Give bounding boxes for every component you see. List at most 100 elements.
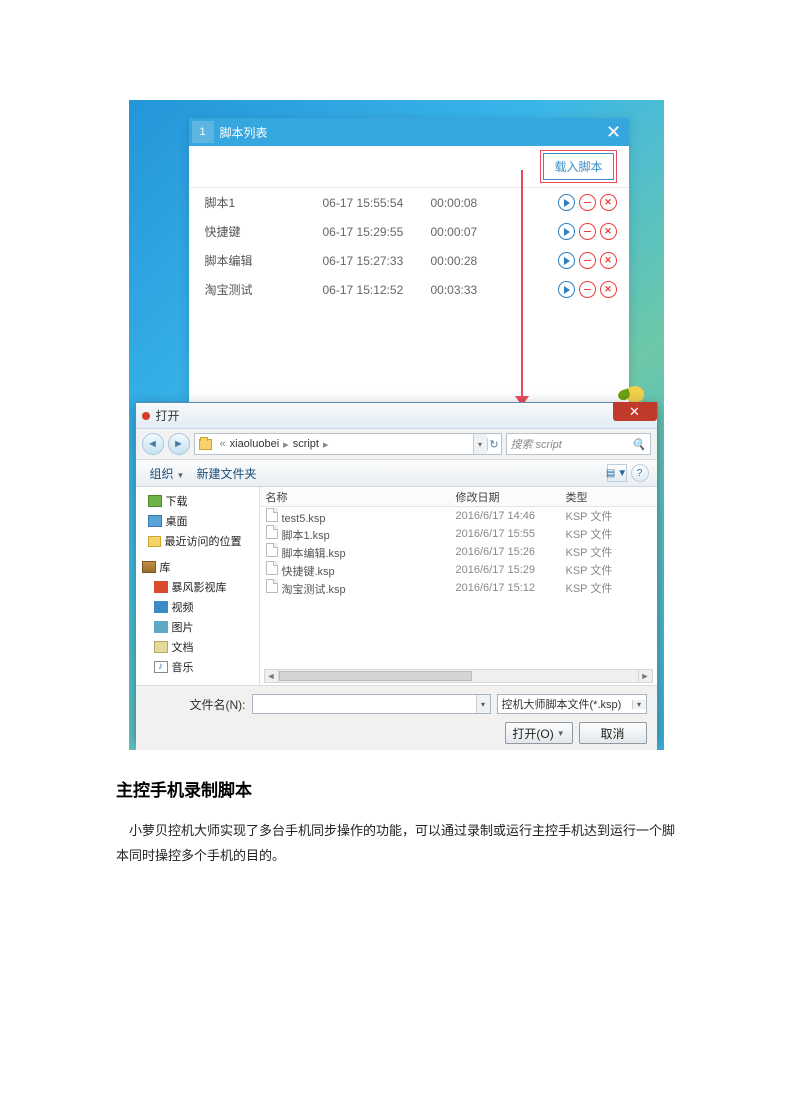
remove-icon[interactable]	[579, 223, 596, 240]
script-duration: 00:03:33	[431, 283, 509, 297]
new-folder-button[interactable]: 新建文件夹	[190, 462, 262, 485]
delete-icon[interactable]: ✕	[600, 223, 617, 240]
delete-icon[interactable]: ✕	[600, 252, 617, 269]
script-name: 脚本编辑	[205, 252, 323, 269]
file-row[interactable]: 快捷键.ksp2016/6/17 15:29KSP 文件	[260, 561, 657, 579]
col-type[interactable]: 类型	[560, 489, 630, 505]
screenshot-region: 1 脚本列表 ✕ 载入脚本 脚本106-17 15:55:5400:00:08✕…	[129, 100, 664, 750]
dialog-close-button[interactable]: ✕	[613, 402, 657, 421]
remove-icon[interactable]	[579, 194, 596, 211]
script-row: 脚本106-17 15:55:5400:00:08✕	[189, 188, 629, 217]
chevron-right-icon: ▸	[279, 438, 293, 451]
dialog-toolbar: 组织▼ 新建文件夹 ▤▼ ?	[136, 459, 657, 487]
tree-recent[interactable]: 最近访问的位置	[136, 531, 259, 551]
load-row: 载入脚本	[189, 146, 629, 188]
panel-title: 脚本列表	[220, 124, 268, 141]
folder-icon	[199, 439, 212, 450]
scroll-left-arrow[interactable]: ◄	[265, 670, 279, 682]
dialog-title: 打开	[156, 407, 180, 424]
file-icon	[266, 508, 278, 522]
article-body: 小萝贝控机大师实现了多台手机同步操作的功能，可以通过录制或运行主控手机达到运行一…	[116, 819, 676, 868]
play-icon[interactable]	[558, 252, 575, 269]
file-icon	[266, 579, 278, 593]
file-row[interactable]: 淘宝测试.ksp2016/6/17 15:12KSP 文件	[260, 579, 657, 597]
chevron-right-icon: ▸	[319, 438, 333, 451]
panel-titlebar: 1 脚本列表 ✕	[189, 118, 629, 146]
script-name: 快捷键	[205, 223, 323, 240]
tree-libraries[interactable]: 库	[136, 557, 259, 577]
filename-input[interactable]: ▾	[252, 694, 491, 714]
nav-forward-button[interactable]: ►	[168, 433, 190, 455]
breadcrumb-seg[interactable]: xiaoluobei	[230, 438, 280, 450]
file-icon	[266, 561, 278, 575]
script-row: 淘宝测试06-17 15:12:5200:03:33 ✕	[189, 275, 629, 304]
nav-back-button[interactable]: ◄	[142, 433, 164, 455]
load-script-button[interactable]: 载入脚本	[543, 153, 613, 180]
play-icon[interactable]	[558, 194, 575, 211]
breadcrumb-seg[interactable]: script	[293, 438, 319, 450]
script-row: 快捷键06-17 15:29:5500:00:07✕	[189, 217, 629, 246]
filename-dropdown[interactable]: ▾	[476, 695, 490, 713]
tree-baofeng[interactable]: 暴风影视库	[136, 577, 259, 597]
file-list: 名称 修改日期 类型 test5.ksp2016/6/17 14:46KSP 文…	[260, 487, 657, 685]
script-list-panel: 1 脚本列表 ✕ 载入脚本 脚本106-17 15:55:5400:00:08✕…	[189, 118, 629, 403]
search-icon: 🔍	[632, 438, 646, 451]
open-button[interactable]: 打开(O)▼	[505, 722, 573, 744]
organize-menu[interactable]: 组织▼	[144, 462, 191, 485]
file-row[interactable]: test5.ksp2016/6/17 14:46KSP 文件	[260, 507, 657, 525]
tree-video[interactable]: 视频	[136, 597, 259, 617]
tree-desktop[interactable]: 桌面	[136, 511, 259, 531]
help-icon[interactable]: ?	[631, 464, 649, 482]
article-heading: 主控手机录制脚本	[116, 776, 676, 801]
script-duration: 00:00:28	[431, 254, 509, 268]
script-row: 脚本编辑06-17 15:27:3300:00:28 ✕	[189, 246, 629, 275]
tree-documents[interactable]: 文档	[136, 637, 259, 657]
chevron-right-icon: «	[216, 438, 230, 450]
refresh-icon[interactable]: ↻	[487, 438, 501, 451]
delete-icon[interactable]: ✕	[600, 194, 617, 211]
filetype-filter[interactable]: 控机大师脚本文件(*.ksp)▾	[497, 694, 647, 714]
filename-label: 文件名(N):	[146, 696, 246, 713]
col-date[interactable]: 修改日期	[450, 489, 560, 505]
delete-icon[interactable]: ✕	[600, 281, 617, 298]
script-time: 06-17 15:12:52	[323, 283, 431, 297]
view-mode-button[interactable]: ▤▼	[607, 464, 627, 482]
breadcrumb-dropdown[interactable]: ▾	[473, 434, 487, 454]
scroll-thumb[interactable]	[279, 671, 473, 681]
tree-pictures[interactable]: 图片	[136, 617, 259, 637]
script-time: 06-17 15:27:33	[323, 254, 431, 268]
tree-music[interactable]: ♪音乐	[136, 657, 259, 677]
file-row[interactable]: 脚本1.ksp2016/6/17 15:55KSP 文件	[260, 525, 657, 543]
play-icon[interactable]	[558, 223, 575, 240]
filter-dropdown[interactable]: ▾	[632, 700, 646, 709]
breadcrumb[interactable]: « xiaoluobei ▸ script ▸ ▾ ↻	[194, 433, 502, 455]
remove-icon[interactable]	[579, 281, 596, 298]
nav-tree: 下载 桌面 最近访问的位置 库 暴风影视库 视频 图片 文档 ♪音乐	[136, 487, 260, 685]
panel-index: 1	[192, 121, 214, 143]
nav-bar: ◄ ► « xiaoluobei ▸ script ▸ ▾ ↻ 搜索 scrip…	[136, 429, 657, 459]
load-button-highlight: 载入脚本	[540, 150, 616, 183]
script-duration: 00:00:08	[431, 196, 509, 210]
script-time: 06-17 15:55:54	[323, 196, 431, 210]
horizontal-scrollbar[interactable]: ◄ ►	[264, 669, 653, 683]
col-name[interactable]: 名称	[260, 489, 450, 505]
open-dialog: 打开 ✕ ◄ ► « xiaoluobei ▸ script ▸ ▾ ↻ 搜索 …	[135, 402, 658, 742]
search-placeholder: 搜索 script	[511, 436, 562, 452]
cancel-button[interactable]: 取消	[579, 722, 647, 744]
file-icon	[266, 543, 278, 557]
annotation-arrow	[521, 170, 523, 400]
tree-downloads[interactable]: 下载	[136, 491, 259, 511]
play-icon[interactable]	[558, 281, 575, 298]
file-row[interactable]: 脚本编辑.ksp2016/6/17 15:26KSP 文件	[260, 543, 657, 561]
remove-icon[interactable]	[579, 252, 596, 269]
scroll-right-arrow[interactable]: ►	[638, 670, 652, 682]
dialog-footer: 文件名(N): ▾ 控机大师脚本文件(*.ksp)▾ 打开(O)▼ 取消	[136, 685, 657, 750]
dialog-titlebar: 打开 ✕	[136, 403, 657, 429]
app-icon	[142, 412, 150, 420]
file-header[interactable]: 名称 修改日期 类型	[260, 487, 657, 507]
script-name: 淘宝测试	[205, 281, 323, 298]
search-input[interactable]: 搜索 script 🔍	[506, 433, 651, 455]
close-icon[interactable]: ✕	[599, 118, 629, 146]
file-icon	[266, 525, 278, 539]
article: 主控手机录制脚本 小萝贝控机大师实现了多台手机同步操作的功能，可以通过录制或运行…	[116, 776, 676, 868]
